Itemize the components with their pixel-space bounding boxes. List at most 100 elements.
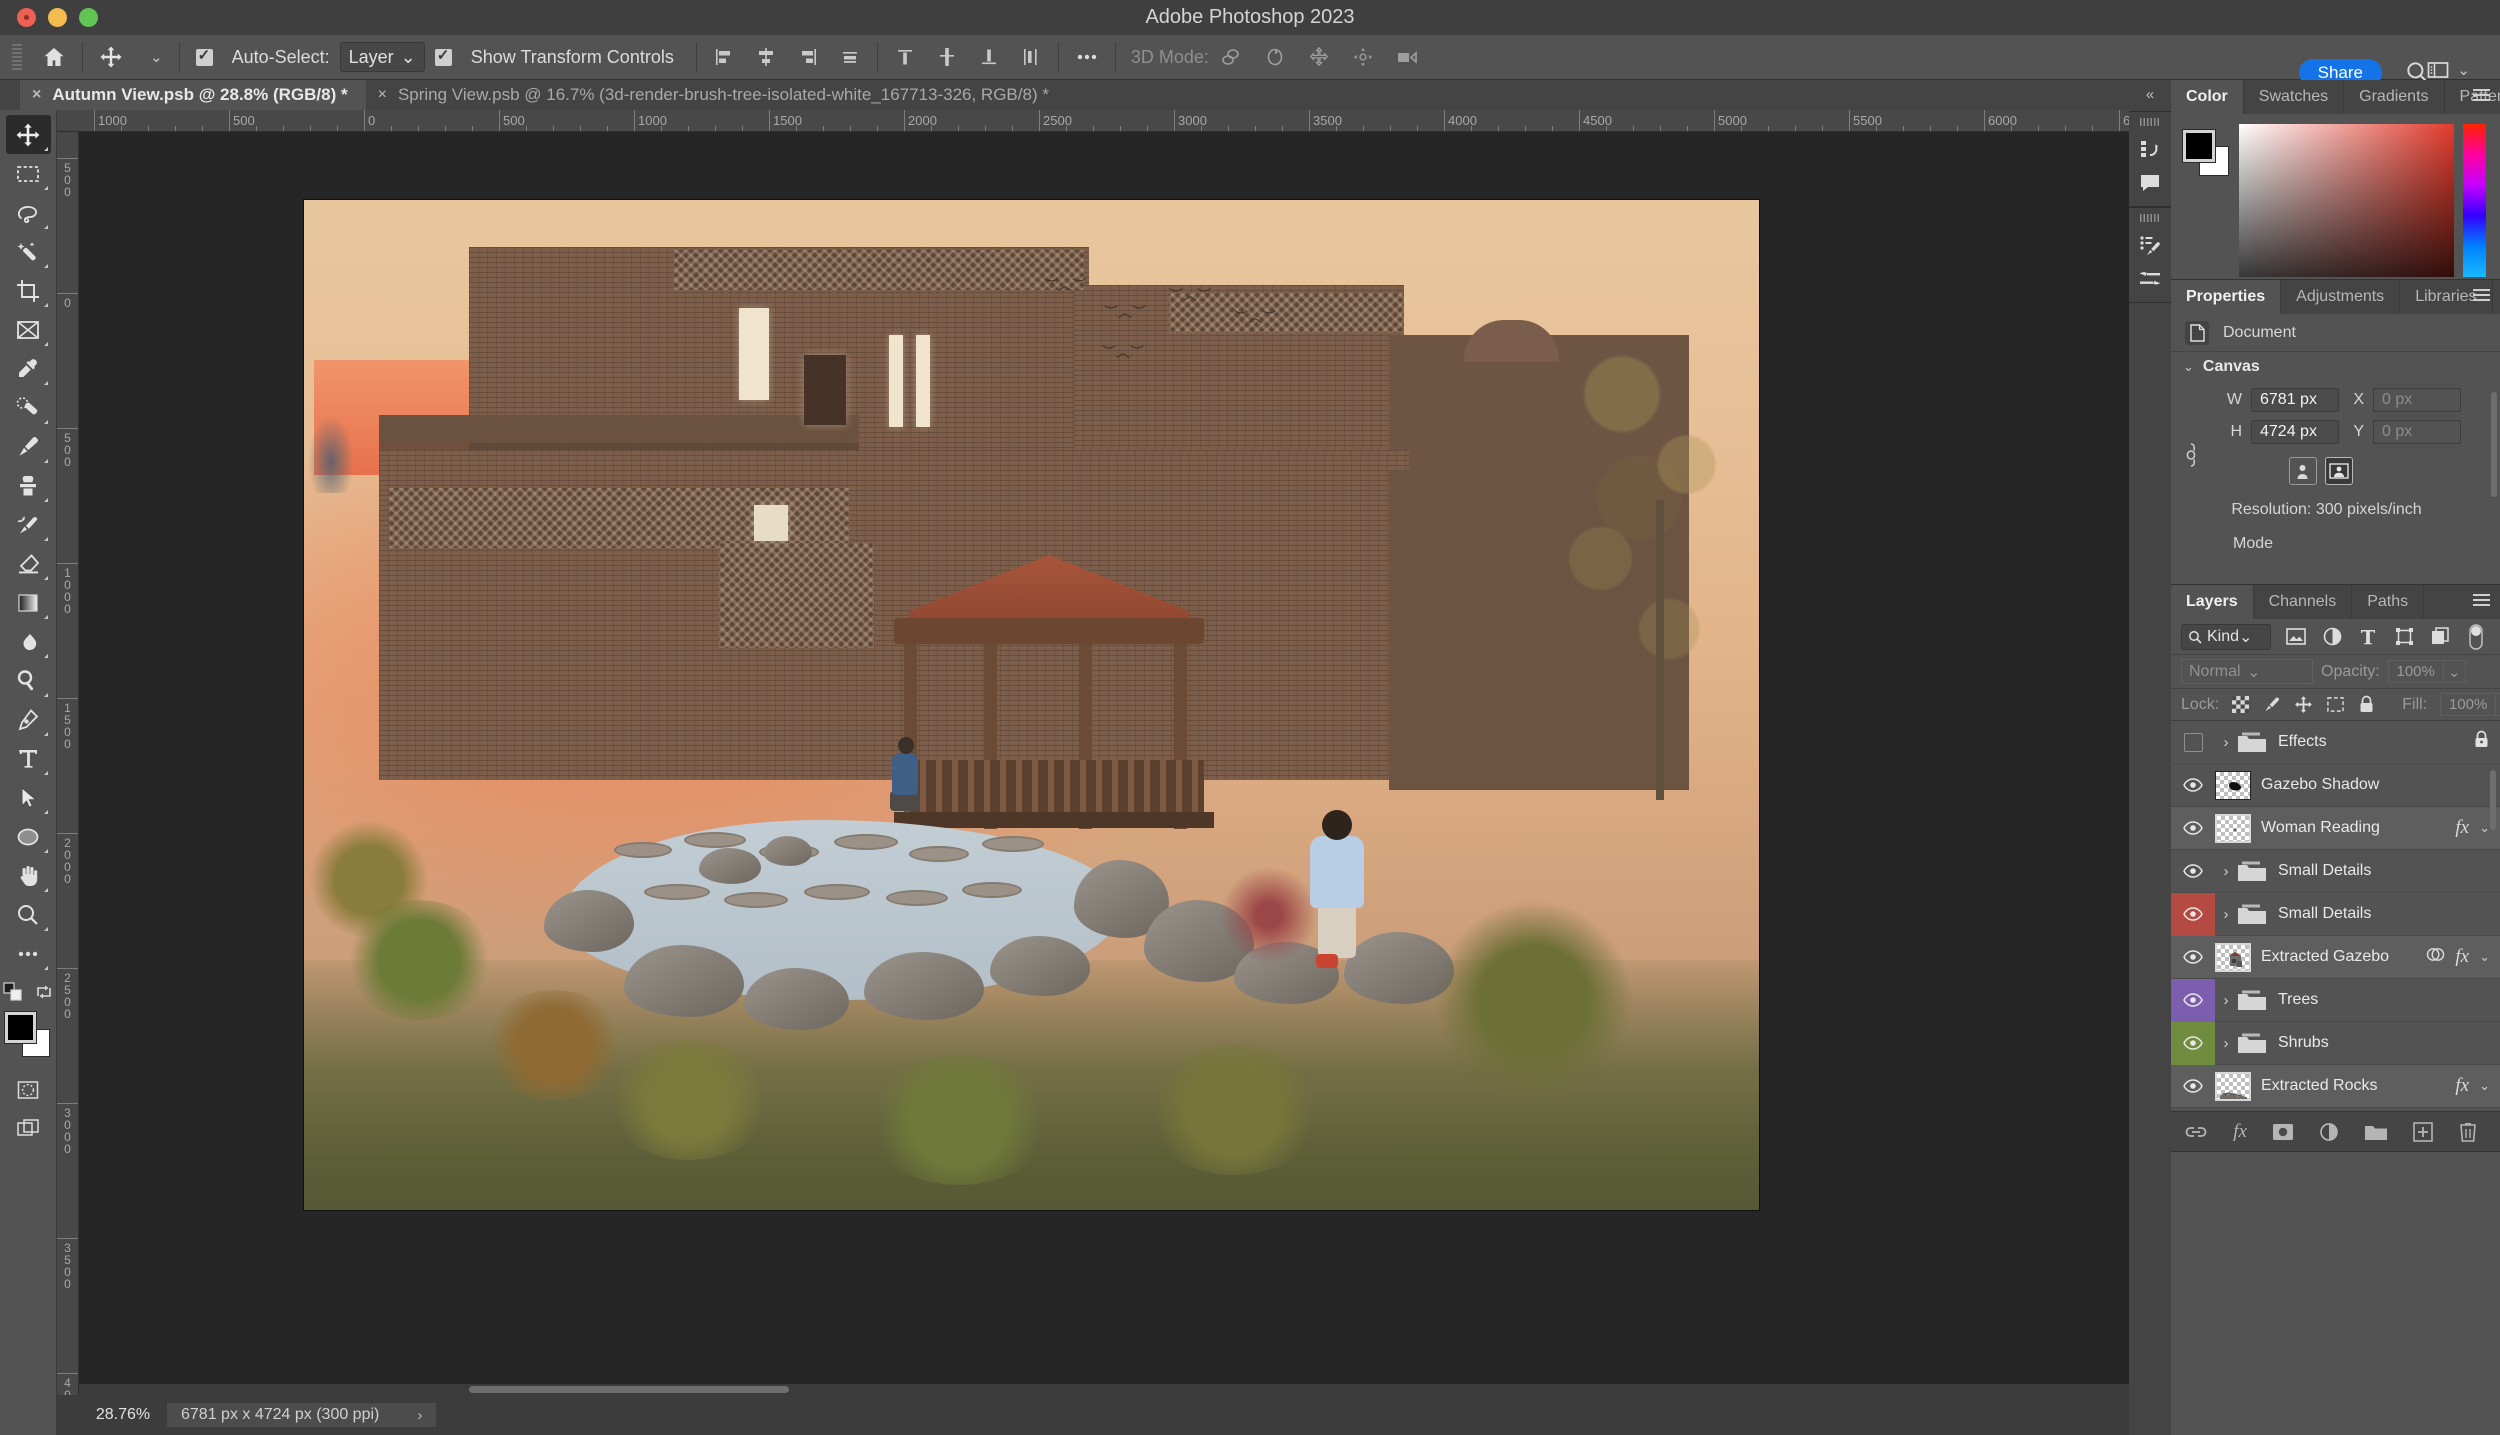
blur-tool[interactable] bbox=[6, 622, 51, 661]
layer-visibility-toggle[interactable] bbox=[2171, 764, 2215, 807]
layer-row[interactable]: › Shrubs bbox=[2171, 1021, 2500, 1065]
path-selection-tool[interactable] bbox=[6, 778, 51, 817]
layer-filter-kind-dropdown[interactable]: Kind ⌄ bbox=[2181, 623, 2271, 650]
filter-adjustment-icon[interactable] bbox=[2321, 627, 2343, 646]
layer-name[interactable]: Small Details bbox=[2278, 905, 2490, 923]
fill-chevron-icon[interactable]: ⌄ bbox=[2496, 693, 2500, 716]
expand-group-icon[interactable]: › bbox=[2215, 906, 2237, 923]
new-adjustment-layer-icon[interactable] bbox=[2319, 1122, 2339, 1142]
layer-name[interactable]: Extracted Rocks bbox=[2261, 1077, 2455, 1095]
lock-all-icon[interactable] bbox=[2358, 695, 2375, 714]
home-icon[interactable] bbox=[32, 35, 76, 80]
3d-roll-icon[interactable] bbox=[1253, 35, 1297, 80]
history-icon[interactable] bbox=[2131, 132, 2169, 166]
foreground-color-swatch[interactable] bbox=[4, 1011, 37, 1044]
crop-tool[interactable] bbox=[6, 271, 51, 310]
panel-menu-icon[interactable] bbox=[2473, 89, 2490, 104]
layer-visibility-toggle-off[interactable] bbox=[2171, 721, 2215, 764]
layer-effects-icon[interactable]: fx bbox=[2455, 946, 2469, 968]
layer-row[interactable]: Extracted Gazebo fx ⌄ bbox=[2171, 936, 2500, 979]
auto-select-checkbox[interactable] bbox=[186, 35, 223, 80]
distribute-top-edges-icon[interactable] bbox=[884, 35, 926, 80]
filter-type-icon[interactable] bbox=[2357, 628, 2379, 646]
panel-menu-icon[interactable] bbox=[2473, 289, 2490, 304]
default-colors-icon[interactable] bbox=[3, 982, 23, 1002]
woman-reading-figure[interactable] bbox=[886, 735, 926, 813]
ellipse-tool[interactable] bbox=[6, 817, 51, 856]
layer-row[interactable]: Extracted Rocks fx ⌄ bbox=[2171, 1065, 2500, 1108]
document-info-expand-icon[interactable]: › bbox=[417, 1407, 422, 1424]
new-layer-icon[interactable] bbox=[2413, 1121, 2433, 1142]
swap-colors-icon[interactable] bbox=[35, 983, 53, 1001]
canvas-horizontal-scrollbar[interactable] bbox=[79, 1384, 2160, 1395]
layer-thumbnail[interactable] bbox=[2215, 1071, 2251, 1101]
move-tool-icon[interactable] bbox=[89, 35, 133, 80]
layer-name[interactable]: Gazebo Shadow bbox=[2261, 776, 2490, 794]
properties-scrollbar[interactable] bbox=[2491, 392, 2497, 497]
add-layer-style-icon[interactable]: fx bbox=[2233, 1121, 2247, 1143]
move-tool[interactable] bbox=[5, 115, 51, 154]
tab-layers[interactable]: Layers bbox=[2171, 585, 2254, 619]
expand-group-icon[interactable]: › bbox=[2215, 734, 2237, 751]
lock-position-icon[interactable] bbox=[2294, 695, 2313, 714]
layer-effects-icon[interactable]: fx bbox=[2455, 1075, 2469, 1097]
distribute-bottom-edges-icon[interactable] bbox=[968, 35, 1010, 80]
layer-visibility-toggle[interactable] bbox=[2171, 1021, 2215, 1065]
y-input[interactable]: 0 px bbox=[2373, 420, 2461, 444]
options-bar-grip[interactable] bbox=[12, 44, 22, 70]
new-group-icon[interactable] bbox=[2364, 1122, 2388, 1141]
layer-name[interactable]: Trees bbox=[2278, 991, 2490, 1009]
layer-row[interactable]: › Trees bbox=[2171, 978, 2500, 1022]
height-input[interactable]: 4724 px bbox=[2251, 420, 2339, 444]
layer-mask-icon[interactable] bbox=[2426, 946, 2445, 968]
zoom-level-field[interactable]: 28.76% bbox=[79, 1403, 167, 1427]
align-left-edges-icon[interactable] bbox=[703, 35, 745, 80]
auto-select-scope-dropdown[interactable]: Layer ⌄ bbox=[339, 42, 425, 72]
document-tab-autumn-view[interactable]: × Autumn View.psb @ 28.8% (RGB/8) * bbox=[20, 80, 366, 110]
fill-input[interactable]: 100% bbox=[2440, 693, 2497, 716]
expand-group-icon[interactable]: › bbox=[2215, 1035, 2237, 1052]
layer-name[interactable]: Effects bbox=[2278, 733, 2473, 751]
gradient-tool[interactable] bbox=[6, 583, 51, 622]
rectangular-marquee-tool[interactable] bbox=[6, 154, 51, 193]
layer-thumbnail[interactable] bbox=[2215, 813, 2251, 843]
color-spectrum-field[interactable] bbox=[2239, 124, 2454, 277]
vertical-ruler[interactable]: 500050010001500200025003000350040004500 bbox=[57, 132, 79, 1395]
workspace-switcher-icon[interactable]: ⌄ bbox=[2426, 59, 2470, 81]
distribute-horizontal-icon[interactable] bbox=[1010, 35, 1052, 80]
artboard[interactable]: ︶︿︶ ︶︿︶ ︶︿︶ ︶︿︶ ︶︿︶ bbox=[304, 200, 1759, 1210]
blend-mode-dropdown[interactable]: Normal ⌄ bbox=[2181, 659, 2313, 684]
align-right-edges-icon[interactable] bbox=[787, 35, 829, 80]
align-horizontal-centers-icon[interactable] bbox=[745, 35, 787, 80]
layer-list[interactable]: › Effects Gazebo Shadow Woman Reading fx ⌄ › Sm… bbox=[2171, 721, 2500, 1151]
pen-tool[interactable] bbox=[6, 700, 51, 739]
horizontal-ruler[interactable]: 1000 500 0 500 1000 1500 2000 2500 3000 3500 4000 4… bbox=[57, 110, 2171, 132]
hand-tool[interactable] bbox=[6, 856, 51, 895]
dodge-tool[interactable] bbox=[6, 661, 51, 700]
3d-slide-icon[interactable] bbox=[1341, 35, 1385, 80]
tab-color[interactable]: Color bbox=[2171, 80, 2244, 114]
close-tab-icon[interactable]: × bbox=[32, 86, 41, 104]
add-layer-mask-icon[interactable] bbox=[2272, 1123, 2294, 1141]
opacity-input[interactable]: 100% bbox=[2387, 660, 2444, 683]
lasso-tool[interactable] bbox=[6, 193, 51, 232]
width-input[interactable]: 6781 px bbox=[2251, 388, 2339, 412]
eyedropper-tool[interactable] bbox=[6, 349, 51, 388]
expand-group-icon[interactable]: › bbox=[2215, 992, 2237, 1009]
clone-stamp-tool[interactable] bbox=[6, 466, 51, 505]
document-tab-spring-view[interactable]: × Spring View.psb @ 16.7% (3d-render-bru… bbox=[365, 80, 1067, 110]
tab-paths[interactable]: Paths bbox=[2352, 585, 2425, 619]
actions-icon[interactable] bbox=[2131, 228, 2169, 262]
foreground-color-swatch[interactable] bbox=[2182, 129, 2216, 163]
type-tool[interactable] bbox=[6, 739, 51, 778]
collapse-panels-icon[interactable]: « bbox=[2146, 86, 2154, 103]
history-brush-tool[interactable] bbox=[6, 505, 51, 544]
delete-layer-icon[interactable] bbox=[2458, 1121, 2478, 1142]
filter-smart-object-icon[interactable] bbox=[2429, 627, 2451, 646]
more-options-icon[interactable] bbox=[1065, 35, 1109, 80]
layer-row[interactable]: › Small Details bbox=[2171, 892, 2500, 936]
layer-visibility-toggle[interactable] bbox=[2171, 978, 2215, 1022]
eraser-tool[interactable] bbox=[6, 544, 51, 583]
filter-toggle-switch[interactable] bbox=[2465, 623, 2487, 651]
layer-thumbnail[interactable] bbox=[2215, 770, 2251, 800]
